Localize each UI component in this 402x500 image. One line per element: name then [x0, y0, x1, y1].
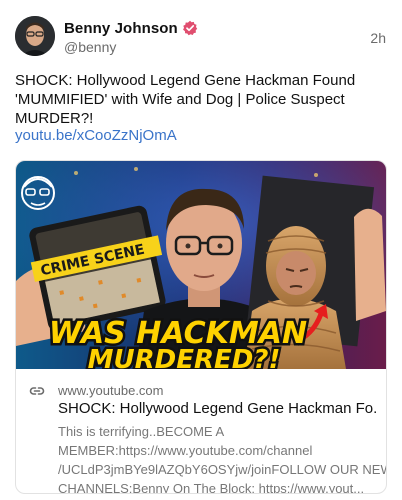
card-info: www.youtube.com SHOCK: Hollywood Legend … [16, 369, 386, 493]
card-domain: www.youtube.com [58, 383, 164, 398]
verified-badge-icon [182, 20, 198, 36]
card-description-line: CHANNELS:Benny On The Block: https://www… [58, 481, 365, 494]
post-timestamp[interactable]: 2h [370, 30, 386, 46]
link-icon [29, 387, 45, 395]
card-title[interactable]: SHOCK: Hollywood Legend Gene Hackman Fo.… [58, 400, 378, 417]
link-preview-card[interactable]: CRIME SCENE WAS HACKMAN MURDERED?! www.y… [15, 160, 387, 494]
avatar-image [15, 16, 55, 56]
post-text: SHOCK: Hollywood Legend Gene Hackman Fou… [15, 72, 356, 127]
card-description: This is terrifying..BECOME A MEMBER:http… [58, 422, 387, 494]
thumbnail-headline-line2: MURDERED?! [88, 345, 281, 369]
card-description-line: This is terrifying..BECOME A [58, 424, 225, 439]
author-display-name[interactable]: Benny Johnson [64, 20, 178, 37]
thumbnail-image: CRIME SCENE WAS HACKMAN MURDERED?! [16, 161, 386, 369]
post-link[interactable]: youtu.be/xCooZzNjOmA [15, 127, 177, 144]
card-description-line: MEMBER:https://www.youtube.com/channel [58, 443, 313, 458]
avatar[interactable] [15, 16, 55, 56]
post-card[interactable]: Benny Johnson @benny 2h SHOCK: Hollywood… [0, 0, 402, 500]
author-handle[interactable]: @benny [64, 39, 116, 55]
card-description-line: /UCLdP3jmBYe9lAZQbY6OSYjw/joinFOLLOW OUR… [58, 462, 387, 477]
author-row: Benny Johnson [64, 18, 198, 38]
